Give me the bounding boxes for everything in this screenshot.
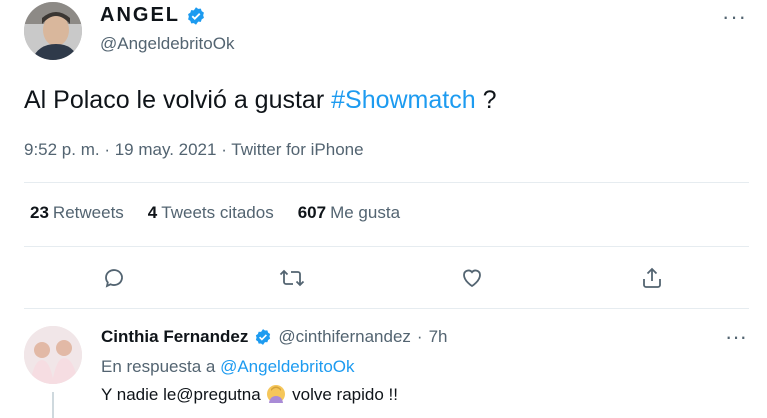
meta-separator: · [99,140,115,159]
likes-stat[interactable]: 607 Me gusta [298,203,400,223]
quotes-stat[interactable]: 4 Tweets citados [148,203,274,223]
tweet-date[interactable]: 19 may. 2021 [115,140,217,159]
reply-more-options-icon[interactable]: ··· [725,324,747,350]
reply-header: Cinthia Fernandez @cinthifernandez · 7h [101,327,448,347]
reply-avatar-photo [24,326,82,384]
verified-badge-icon [256,329,271,345]
tweet-card: ANGEL @AngeldebritoOk ··· Al Polaco le v… [0,0,767,418]
thread-line [52,392,54,418]
tweet-text-main: Al Polaco le volvió a gustar [24,86,332,114]
tweet-source[interactable]: Twitter for iPhone [231,140,363,159]
divider [24,308,749,309]
in-reply-to: En respuesta a @AngeldebritoOk [101,357,355,377]
in-reply-to-handle[interactable]: @AngeldebritoOk [220,357,354,376]
reply-icon[interactable] [98,262,130,294]
meta-separator: · [216,140,232,159]
reply-author-name[interactable]: Cinthia Fernandez [101,327,248,347]
hashtag-link[interactable]: #Showmatch [331,86,476,114]
tweet-text-tail: ? [475,86,497,114]
tweet-text: Al Polaco le volvió a gustar #Showmatch … [24,84,497,116]
reply-separator: · [416,327,423,346]
avatar-photo [24,2,82,60]
tweet-time[interactable]: 9:52 p. m. [24,140,100,159]
reply-text-main: Y nadie le@pregutna [101,385,266,404]
verified-badge-icon [188,6,204,25]
reply-text-tail: volve rapido !! [287,385,398,404]
in-reply-to-label: En respuesta a [101,357,221,376]
tweet-actions [0,258,767,298]
retweets-stat[interactable]: 23 Retweets [30,203,124,223]
divider [24,246,749,247]
reply-author-handle[interactable]: @cinthifernandez [278,327,411,347]
tweet-meta: 9:52 p. m. · 19 may. 2021 · Twitter for … [24,140,364,160]
more-options-icon[interactable]: ··· [722,4,747,30]
share-icon[interactable] [636,262,668,294]
divider [24,182,749,183]
author-name[interactable]: ANGEL [100,4,206,27]
person-emoji-icon [267,385,286,403]
author-handle[interactable]: @AngeldebritoOk [100,34,234,54]
author-avatar[interactable] [24,2,82,60]
reply-time[interactable]: 7h [429,327,448,347]
author-name-text[interactable]: ANGEL [100,4,180,27]
like-icon[interactable] [456,262,488,294]
reply-avatar[interactable] [24,326,82,384]
reply-text: Y nadie le@pregutna volve rapido !! [101,385,398,405]
retweet-icon[interactable] [276,262,308,294]
tweet-stats: 23 Retweets 4 Tweets citados 607 Me gusta [30,203,400,223]
